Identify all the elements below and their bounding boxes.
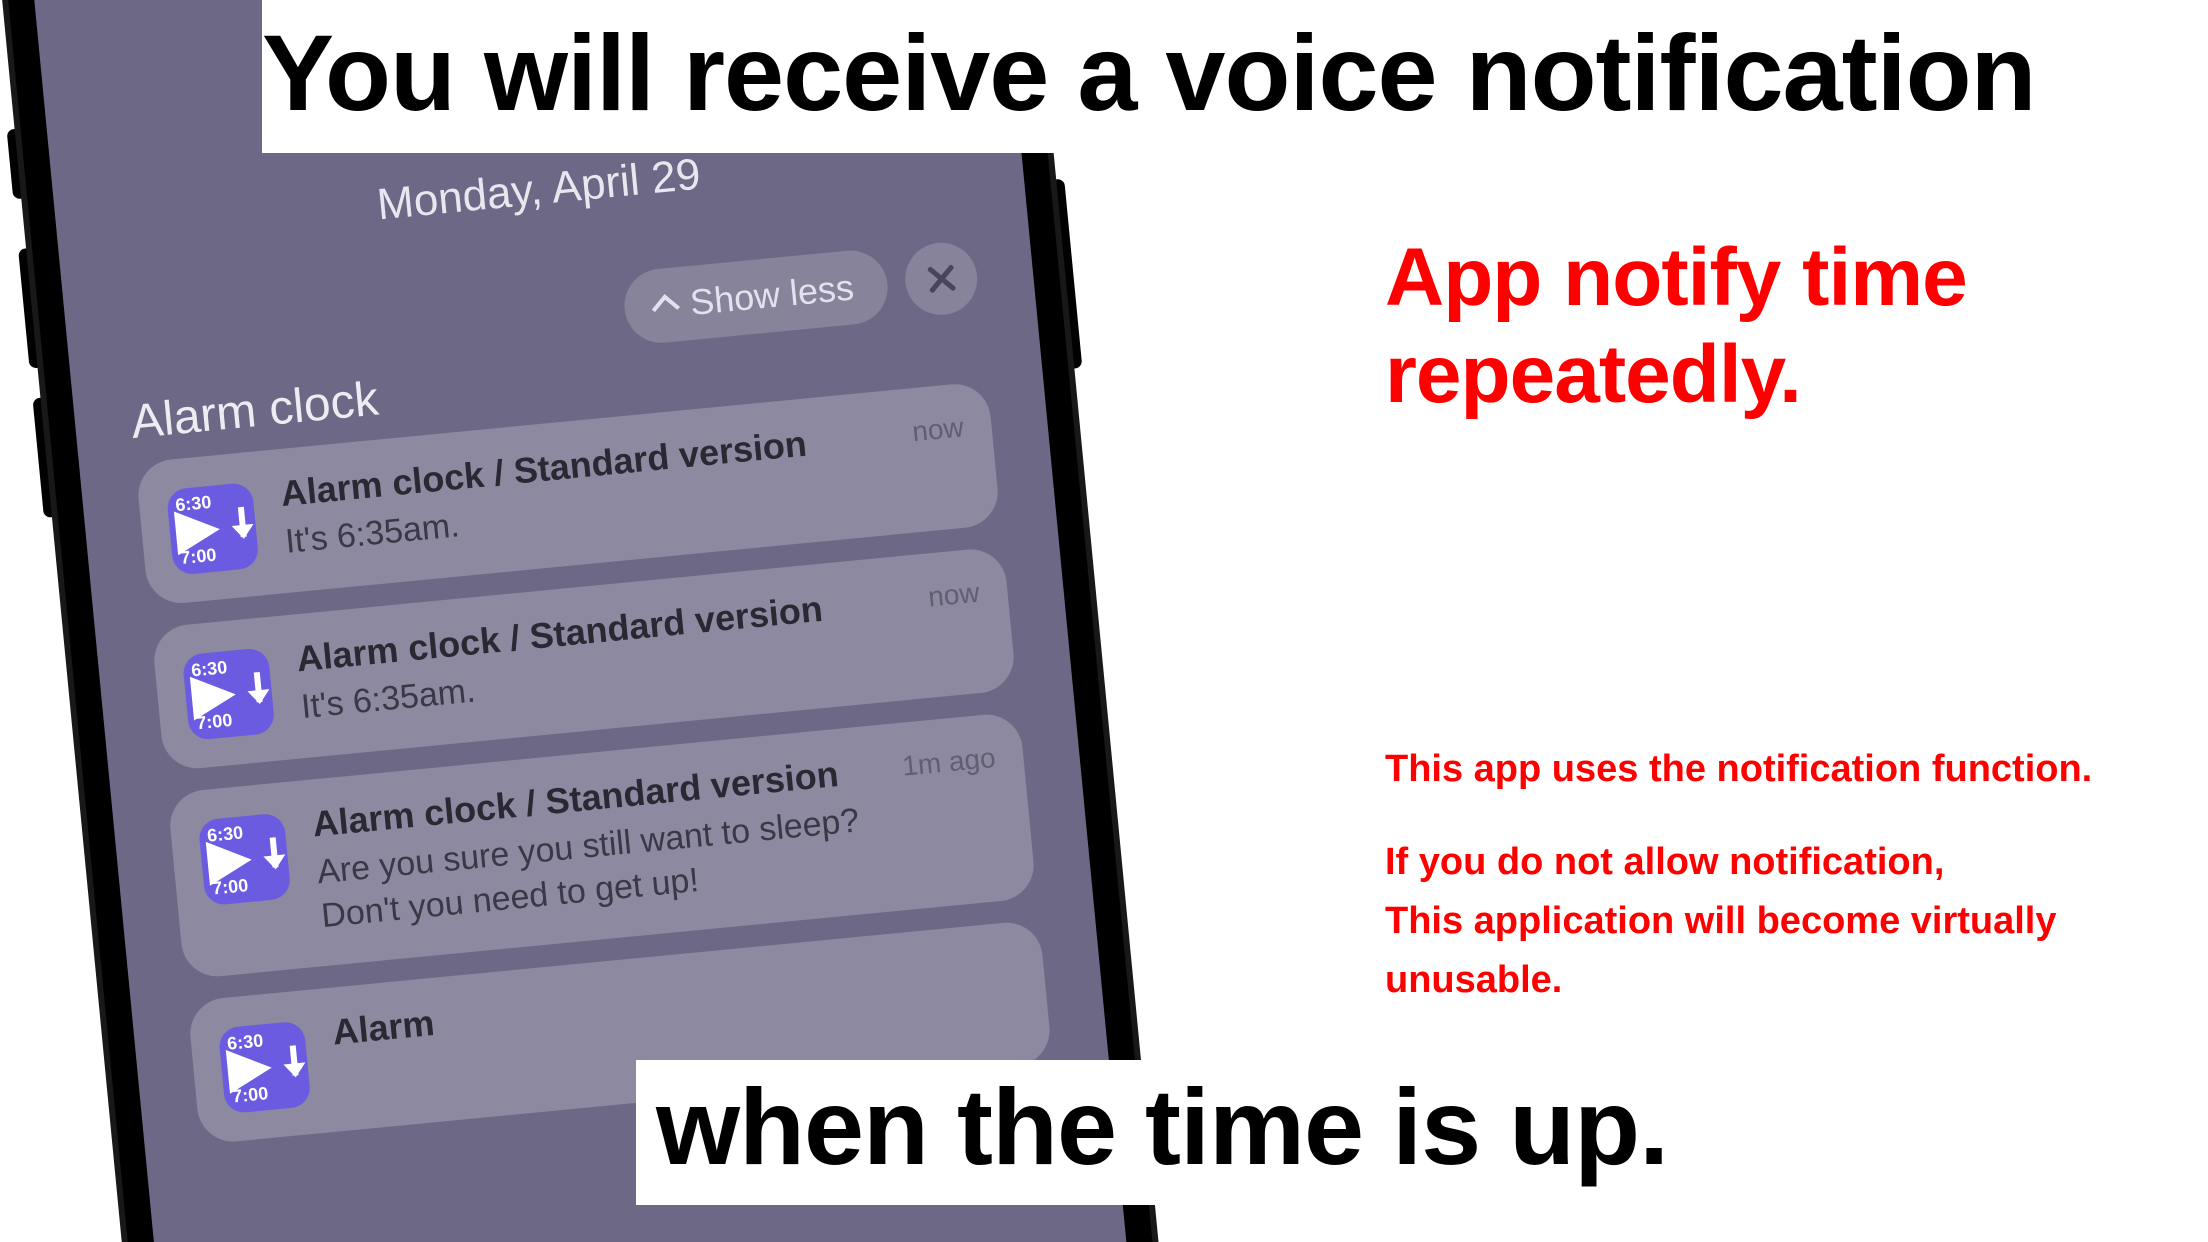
promo-headline-line1: App notify time — [1385, 230, 1967, 327]
arrow-down-icon — [270, 837, 279, 867]
lock-screen: Carrier 6:35 Monday, April 29 Show less … — [23, 0, 1164, 1242]
close-group-button[interactable] — [902, 240, 981, 319]
notification-title: Alarm — [331, 948, 996, 1053]
icon-time-bottom: 7:00 — [231, 1083, 269, 1107]
notification-time: 1m ago — [900, 738, 996, 783]
icon-time-bottom: 7:00 — [179, 545, 217, 569]
phone-body: Carrier 6:35 Monday, April 29 Show less … — [0, 0, 1192, 1242]
promo-headline: App notify time repeatedly. — [1385, 230, 1967, 424]
show-less-button[interactable]: Show less — [621, 247, 891, 346]
close-icon — [925, 262, 958, 295]
headline-top: You will receive a voice notification — [262, 10, 1942, 135]
app-icon: 6:30 7:00 — [166, 482, 260, 576]
promo-detail: This app uses the notification function.… — [1385, 740, 2208, 1010]
promo-detail-line2: If you do not allow notification, — [1385, 833, 2208, 892]
icon-time-bottom: 7:00 — [195, 710, 233, 734]
app-icon: 6:30 7:00 — [198, 812, 292, 906]
headline-bottom: when the time is up. — [656, 1064, 1656, 1189]
app-icon: 6:30 7:00 — [182, 647, 276, 741]
phone-mockup: Carrier 6:35 Monday, April 29 Show less … — [0, 0, 1192, 1242]
notification-list: 6:30 7:00 Alarm clock / Standard version… — [135, 381, 1053, 1145]
arrow-down-icon — [254, 672, 263, 702]
notification-time: now — [926, 573, 981, 614]
headline-top-strip: You will receive a voice notification — [262, 0, 1942, 153]
chevron-up-icon — [652, 294, 680, 322]
arrow-down-icon — [290, 1045, 299, 1075]
promo-detail-line3: This application will become virtually u… — [1385, 892, 2208, 1010]
promo-detail-line1: This app uses the notification function. — [1385, 740, 2208, 799]
show-less-label: Show less — [688, 266, 855, 324]
promo-headline-line2: repeatedly. — [1385, 327, 1967, 424]
app-icon: 6:30 7:00 — [218, 1020, 312, 1114]
icon-time-bottom: 7:00 — [211, 875, 249, 899]
arrow-down-icon — [238, 507, 247, 537]
notification-time: now — [910, 407, 965, 448]
headline-bottom-strip: when the time is up. — [636, 1060, 1676, 1205]
